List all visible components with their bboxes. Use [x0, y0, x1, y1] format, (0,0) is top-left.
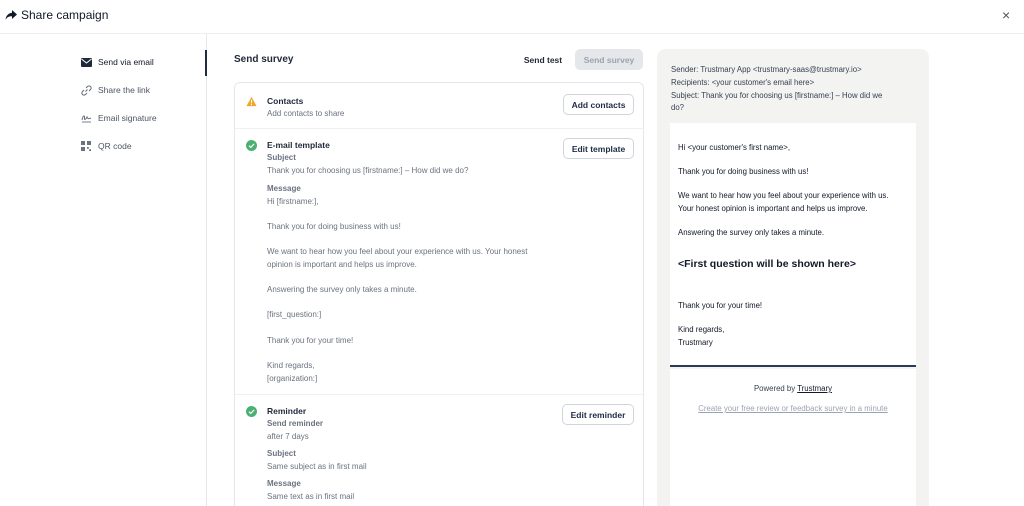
page-title: Share campaign [21, 8, 109, 22]
warning-icon [246, 96, 257, 107]
link-icon [80, 84, 92, 96]
survey-settings-card: Contacts Add contacts to share Add conta… [234, 82, 644, 506]
template-message-line: Answering the survey only takes a minute… [267, 285, 417, 294]
preview-footer: Powered by Trustmary Create your free re… [670, 369, 916, 506]
email-preview-panel: Sender: Trustmary App <trustmary-saas@tr… [657, 49, 929, 506]
close-icon[interactable]: × [1002, 7, 1010, 23]
sidebar-item-label: Send via email [98, 57, 154, 67]
send-test-button[interactable]: Send test [516, 49, 570, 70]
preview-regards: Kind regards, [678, 325, 725, 334]
preview-paragraph: Answering the survey only takes a minute… [678, 228, 825, 237]
email-template-section: E-mail template Subject Thank you for ch… [235, 129, 643, 395]
template-message-label: Message [267, 184, 301, 193]
preview-sender: Sender: Trustmary App <trustmary-saas@tr… [671, 65, 862, 74]
reminder-message-label: Message [267, 479, 301, 488]
sidebar-item-email-signature[interactable]: Email signature [80, 110, 157, 126]
preview-recipients: Recipients: <your customer's email here> [671, 78, 815, 87]
powered-by: Powered by Trustmary [670, 384, 916, 393]
sidebar-item-send-via-email[interactable]: Send via email [80, 54, 154, 70]
powered-by-text: Powered by [753, 384, 796, 393]
active-nav-indicator [205, 50, 207, 76]
add-contacts-button[interactable]: Add contacts [563, 94, 634, 115]
reminder-subject: Same subject as in first mail [267, 462, 367, 471]
preview-greeting: Hi <your customer's first name>, [678, 143, 790, 152]
template-subject-label: Subject [267, 153, 296, 162]
template-message-line: Thank you for your time! [267, 336, 354, 345]
preview-paragraph: We want to hear how you feel about your … [678, 191, 889, 200]
contacts-section: Contacts Add contacts to share Add conta… [235, 83, 643, 129]
preview-subject: Subject: Thank you for choosing us [firs… [671, 91, 883, 100]
create-survey-link[interactable]: Create your free review or feedback surv… [670, 404, 916, 413]
sidebar-item-qr-code[interactable]: QR code [80, 138, 132, 154]
contacts-description: Add contacts to share [267, 109, 345, 118]
preview-subject-continued: do? [671, 103, 685, 112]
preview-email-body: Hi <your customer's first name>, Thank y… [670, 123, 916, 367]
reminder-section: Reminder Send reminder after 7 days Subj… [235, 395, 643, 506]
template-subject: Thank you for choosing us [firstname:] –… [267, 166, 469, 175]
sidebar: Send via email Share the link Email sign… [0, 34, 207, 506]
template-message-line: Thank you for doing business with us! [267, 222, 401, 231]
check-circle-icon [246, 140, 257, 151]
preview-thanks: Thank you for doing business with us! [678, 167, 809, 176]
check-circle-icon [246, 406, 257, 417]
template-message-line: [organization:] [267, 374, 318, 383]
reminder-message: Same text as in first mail [267, 492, 355, 501]
template-title: E-mail template [267, 140, 330, 150]
sidebar-item-label: QR code [98, 141, 132, 151]
template-message-line: [first_question:] [267, 310, 322, 319]
sidebar-item-label: Share the link [98, 85, 150, 95]
envelope-icon [80, 56, 92, 68]
trustmary-link[interactable]: Trustmary [797, 384, 832, 393]
template-message-line: We want to hear how you feel about your … [267, 247, 528, 256]
qr-code-icon [80, 140, 92, 152]
top-bar: Share campaign × [0, 0, 1024, 34]
edit-template-button[interactable]: Edit template [563, 138, 634, 159]
reminder-title: Reminder [267, 406, 307, 416]
template-message-line: Hi [firstname:], [267, 197, 319, 206]
reminder-send-value: after 7 days [267, 432, 309, 441]
template-message-line: opinion is important and helps us improv… [267, 260, 417, 269]
signature-icon [80, 112, 92, 124]
preview-time: Thank you for your time! [678, 301, 763, 310]
preview-paragraph: Your honest opinion is important and hel… [678, 204, 868, 213]
preview-first-question: <First question will be shown here> [678, 258, 856, 270]
sidebar-item-share-the-link[interactable]: Share the link [80, 82, 150, 98]
sidebar-item-label: Email signature [98, 113, 157, 123]
template-message-line: Kind regards, [267, 361, 315, 370]
preview-organization: Trustmary [678, 338, 713, 347]
contacts-title: Contacts [267, 96, 304, 106]
reminder-send-label: Send reminder [267, 419, 324, 428]
section-title: Send survey [234, 54, 294, 65]
reminder-subject-label: Subject [267, 449, 296, 458]
share-icon [5, 10, 17, 20]
send-survey-button[interactable]: Send survey [575, 49, 643, 70]
edit-reminder-button[interactable]: Edit reminder [562, 404, 634, 425]
